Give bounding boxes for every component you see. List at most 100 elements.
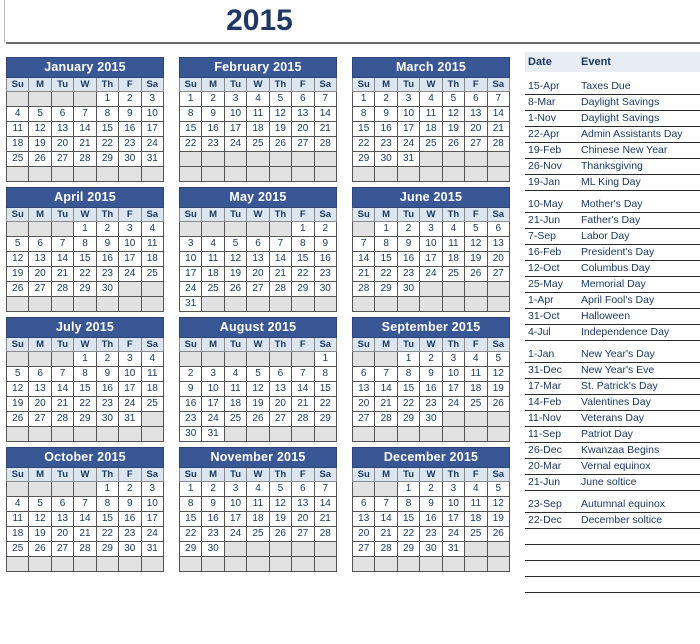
- day-cell[interactable]: 9: [396, 236, 421, 252]
- day-cell[interactable]: 12: [5, 381, 30, 397]
- event-row[interactable]: 25-May Memorial Day: [525, 276, 700, 293]
- day-cell[interactable]: 21: [374, 396, 398, 412]
- day-cell[interactable]: 14: [73, 121, 97, 137]
- day-cell[interactable]: 6: [351, 366, 376, 382]
- day-cell[interactable]: 26: [5, 281, 30, 297]
- day-cell[interactable]: 2: [396, 221, 421, 237]
- day-cell[interactable]: 7: [50, 236, 75, 252]
- day-cell[interactable]: 31: [118, 411, 142, 427]
- day-cell[interactable]: 6: [50, 496, 75, 512]
- day-cell[interactable]: 21: [291, 396, 315, 412]
- day-cell[interactable]: 10: [201, 381, 225, 397]
- day-cell[interactable]: 26: [28, 151, 52, 167]
- day-cell[interactable]: 23: [313, 266, 338, 282]
- day-cell[interactable]: 4: [419, 91, 443, 107]
- day-cell[interactable]: 29: [351, 151, 376, 167]
- day-cell[interactable]: 14: [268, 251, 293, 267]
- day-cell[interactable]: 23: [396, 266, 421, 282]
- day-cell[interactable]: 28: [351, 281, 376, 297]
- day-cell[interactable]: 8: [95, 106, 120, 122]
- day-cell[interactable]: 17: [441, 511, 466, 527]
- day-cell[interactable]: 23: [419, 396, 443, 412]
- day-cell[interactable]: 20: [464, 121, 488, 137]
- day-cell[interactable]: 6: [291, 481, 315, 497]
- day-cell[interactable]: 25: [419, 136, 443, 152]
- day-cell[interactable]: 28: [268, 281, 293, 297]
- day-cell[interactable]: 5: [441, 91, 466, 107]
- day-cell[interactable]: 12: [268, 496, 293, 512]
- day-cell[interactable]: 13: [28, 251, 52, 267]
- event-row[interactable]: 1-Apr April Fool's Day: [525, 292, 700, 309]
- event-row[interactable]: 16-Feb President's Day: [525, 244, 700, 261]
- day-cell[interactable]: 26: [486, 396, 511, 412]
- day-cell[interactable]: 4: [441, 221, 466, 237]
- day-cell[interactable]: 27: [464, 136, 488, 152]
- day-cell[interactable]: 11: [5, 121, 30, 137]
- day-cell[interactable]: 2: [419, 351, 443, 367]
- day-cell[interactable]: 10: [223, 496, 248, 512]
- day-cell[interactable]: 2: [313, 221, 338, 237]
- day-cell[interactable]: 26: [441, 136, 466, 152]
- day-cell[interactable]: 7: [73, 496, 97, 512]
- day-cell[interactable]: 19: [28, 526, 52, 542]
- day-cell[interactable]: 30: [178, 426, 203, 442]
- day-cell[interactable]: 12: [441, 106, 466, 122]
- day-cell[interactable]: 17: [441, 381, 466, 397]
- event-row[interactable]: 7-Sep Labor Day: [525, 228, 700, 245]
- day-cell[interactable]: 20: [351, 526, 376, 542]
- day-cell[interactable]: 2: [118, 481, 142, 497]
- day-cell[interactable]: 23: [118, 526, 142, 542]
- day-cell[interactable]: 17: [419, 251, 443, 267]
- day-cell[interactable]: 11: [464, 496, 488, 512]
- day-cell[interactable]: 14: [291, 381, 315, 397]
- day-cell[interactable]: 11: [246, 106, 270, 122]
- day-cell[interactable]: 25: [464, 396, 488, 412]
- day-cell[interactable]: 21: [50, 396, 75, 412]
- day-cell[interactable]: 2: [419, 481, 443, 497]
- day-cell[interactable]: 3: [441, 351, 466, 367]
- day-cell[interactable]: 19: [268, 121, 293, 137]
- day-cell[interactable]: 25: [246, 526, 270, 542]
- day-cell[interactable]: 21: [313, 121, 338, 137]
- day-cell[interactable]: 8: [396, 496, 421, 512]
- day-cell[interactable]: 3: [118, 351, 142, 367]
- day-cell[interactable]: 3: [140, 481, 165, 497]
- day-cell[interactable]: 26: [5, 411, 30, 427]
- day-cell[interactable]: 20: [28, 396, 52, 412]
- event-row[interactable]: 15-Apr Taxes Due: [525, 79, 700, 95]
- day-cell[interactable]: 21: [73, 526, 97, 542]
- event-row[interactable]: 10-May Mother's Day: [525, 197, 700, 213]
- day-cell[interactable]: 3: [223, 481, 248, 497]
- day-cell[interactable]: 3: [201, 366, 225, 382]
- day-cell[interactable]: 7: [486, 91, 511, 107]
- day-cell[interactable]: 1: [374, 221, 398, 237]
- day-cell[interactable]: 18: [140, 251, 165, 267]
- day-cell[interactable]: 16: [313, 251, 338, 267]
- day-cell[interactable]: 4: [140, 221, 165, 237]
- day-cell[interactable]: 30: [313, 281, 338, 297]
- day-cell[interactable]: 7: [268, 236, 293, 252]
- day-cell[interactable]: 2: [178, 366, 203, 382]
- day-cell[interactable]: 11: [140, 366, 165, 382]
- day-cell[interactable]: 9: [419, 366, 443, 382]
- day-cell[interactable]: 31: [201, 426, 225, 442]
- day-cell[interactable]: 12: [486, 496, 511, 512]
- event-row[interactable]: 19-Jan ML King Day: [525, 174, 700, 191]
- day-cell[interactable]: 20: [291, 511, 315, 527]
- day-cell[interactable]: 21: [351, 266, 376, 282]
- day-cell[interactable]: 4: [246, 481, 270, 497]
- day-cell[interactable]: 20: [268, 396, 293, 412]
- day-cell[interactable]: 12: [246, 381, 270, 397]
- day-cell[interactable]: 14: [351, 251, 376, 267]
- day-cell[interactable]: 19: [486, 511, 511, 527]
- event-row[interactable]: 8-Mar Daylight Savings: [525, 94, 700, 111]
- day-cell[interactable]: 30: [396, 281, 421, 297]
- day-cell[interactable]: 16: [178, 396, 203, 412]
- day-cell[interactable]: 3: [441, 481, 466, 497]
- day-cell[interactable]: 4: [223, 366, 248, 382]
- day-cell[interactable]: 23: [95, 266, 120, 282]
- day-cell[interactable]: 19: [464, 251, 488, 267]
- day-cell[interactable]: 4: [5, 106, 30, 122]
- day-cell[interactable]: 25: [5, 151, 30, 167]
- day-cell[interactable]: 9: [313, 236, 338, 252]
